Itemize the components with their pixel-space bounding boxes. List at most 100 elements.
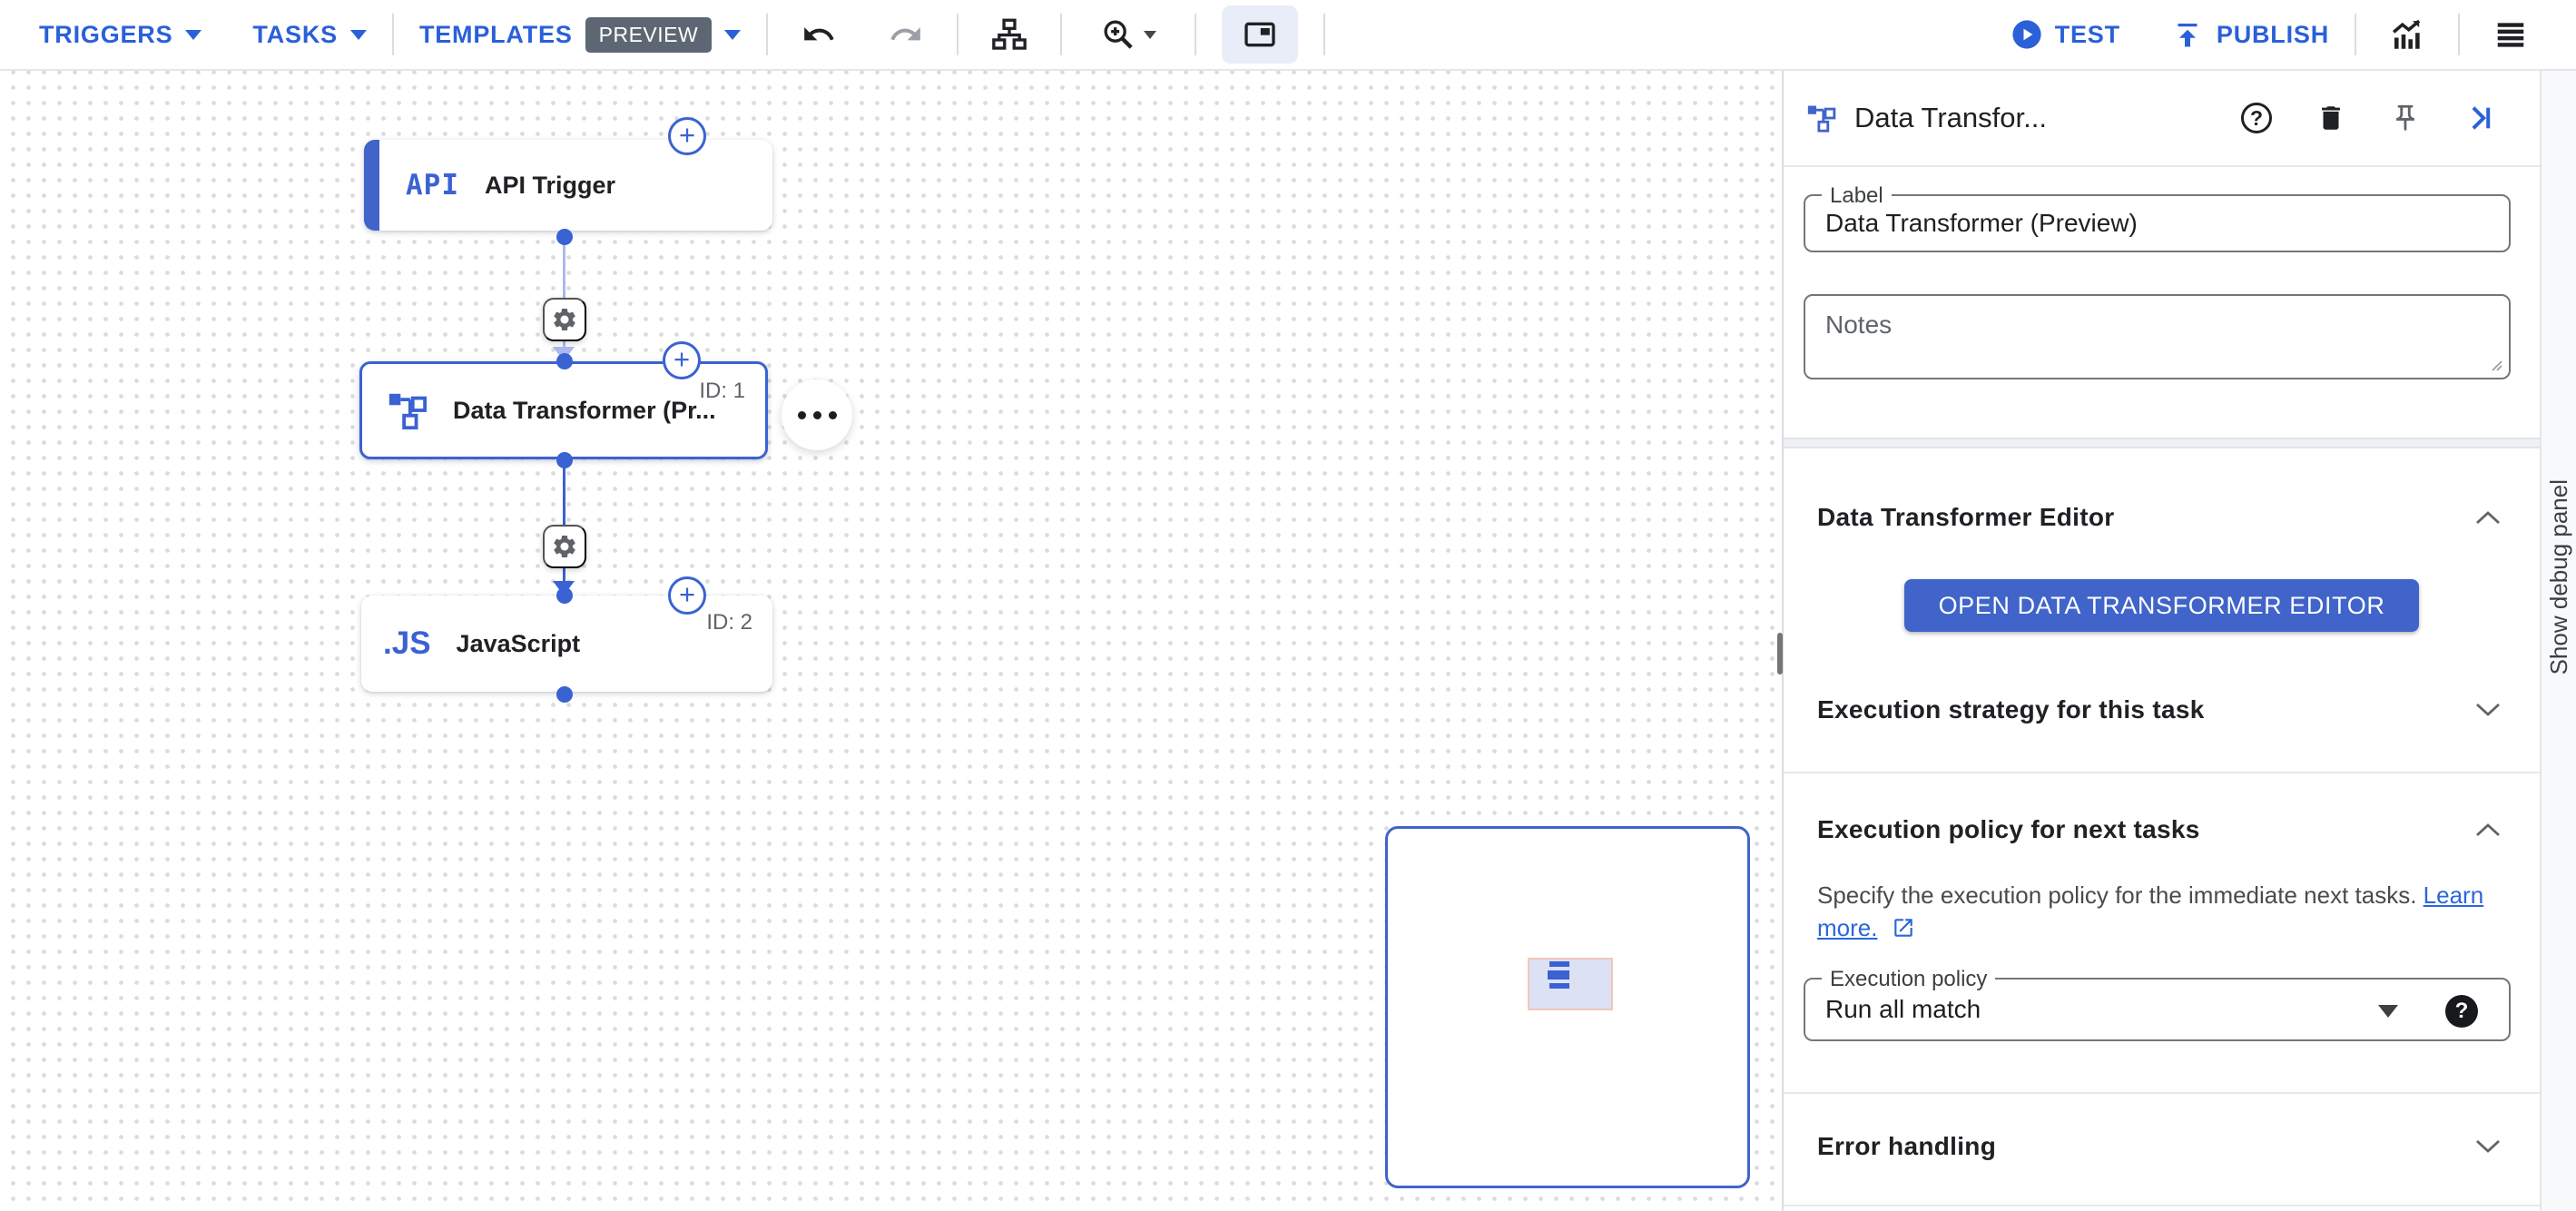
connection-point[interactable] — [556, 686, 573, 703]
toolbar-divider — [1323, 14, 1325, 55]
task-config-panel: Data Transfor... ? — [1782, 71, 2540, 1211]
pin-icon — [2390, 103, 2421, 133]
panel-divider — [1784, 772, 2540, 773]
help-button[interactable]: ? — [2238, 100, 2275, 136]
analytics-icon — [2388, 15, 2426, 54]
section-title: Error handling — [1817, 1132, 1996, 1161]
chevron-down-icon — [185, 30, 202, 40]
resize-grip-icon[interactable] — [2487, 356, 2503, 372]
analytics-button[interactable] — [2382, 5, 2433, 64]
menu-icon — [2493, 17, 2528, 52]
test-label: TEST — [2055, 21, 2120, 49]
external-link-icon[interactable] — [1892, 916, 1915, 940]
undo-button[interactable] — [793, 5, 844, 64]
templates-menu-button[interactable]: TEMPLATES PREVIEW — [419, 17, 741, 53]
auto-layout-icon — [990, 15, 1028, 54]
node-id-badge: ID: 2 — [706, 610, 752, 635]
edge-settings-button[interactable] — [543, 525, 586, 568]
connection-point[interactable] — [556, 229, 573, 245]
add-task-button[interactable]: + — [663, 341, 701, 379]
zoom-in-icon — [1100, 16, 1136, 53]
tasks-label: TASKS — [252, 21, 338, 49]
play-icon — [2011, 19, 2042, 50]
execution-policy-value: Run all match — [1805, 995, 1981, 1024]
gear-icon — [551, 306, 578, 333]
toolbar-divider — [2355, 14, 2356, 55]
minimap-viewport[interactable] — [1528, 958, 1613, 1010]
toolbar-left: TRIGGERS TASKS TEMPLATES PREVIEW — [39, 5, 1351, 64]
add-task-button[interactable]: + — [668, 117, 706, 155]
minimap-node — [1548, 970, 1569, 980]
node-javascript[interactable]: .JS JavaScript ID: 2 — [361, 596, 772, 692]
section-title: Data Transformer Editor — [1817, 503, 2114, 532]
chevron-down-icon — [2474, 1138, 2502, 1155]
tasks-menu-button[interactable]: TASKS — [252, 21, 367, 49]
node-label: JavaScript — [457, 630, 581, 658]
triggers-menu-button[interactable]: TRIGGERS — [39, 21, 202, 49]
chevron-down-icon — [1144, 31, 1156, 39]
section-error-handling[interactable]: Error handling — [1784, 1121, 2540, 1172]
toolbar-divider — [1060, 14, 1062, 55]
label-field[interactable]: Label — [1804, 194, 2511, 252]
node-more-options-button[interactable] — [782, 379, 852, 450]
collapse-panel-button[interactable] — [2462, 100, 2498, 136]
show-debug-panel-button[interactable]: Show debug panel — [2540, 71, 2576, 1211]
panel-header: Data Transfor... ? — [1784, 71, 2540, 165]
minimap-node — [1549, 961, 1569, 967]
publish-label: PUBLISH — [2217, 21, 2329, 49]
connection-point[interactable] — [556, 353, 573, 369]
notes-field[interactable] — [1804, 294, 2511, 379]
workflow-canvas[interactable]: API API Trigger + Data Transformer (Pr..… — [0, 71, 1782, 1211]
toolbar-divider — [957, 14, 959, 55]
javascript-icon: .JS — [383, 625, 431, 662]
pin-panel-button[interactable] — [2387, 100, 2424, 136]
node-data-transformer[interactable]: Data Transformer (Pr... ID: 1 — [359, 361, 768, 459]
connection-point[interactable] — [556, 587, 573, 604]
chevron-down-icon — [724, 30, 741, 40]
execution-policy-select[interactable]: Execution policy Run all match ? — [1804, 978, 2511, 1041]
minimap-node — [1549, 983, 1569, 989]
node-id-badge: ID: 1 — [699, 379, 745, 404]
redo-button[interactable] — [880, 5, 931, 64]
connection-point[interactable] — [556, 452, 573, 468]
toolbar-divider — [2458, 14, 2460, 55]
node-api-trigger[interactable]: API API Trigger — [364, 140, 772, 231]
toolbar: TRIGGERS TASKS TEMPLATES PREVIEW — [0, 0, 2576, 71]
panel-divider — [1784, 1205, 2540, 1206]
data-transformer-icon — [1805, 103, 1836, 133]
section-execution-strategy[interactable]: Execution strategy for this task — [1784, 684, 2540, 735]
redo-icon — [889, 17, 923, 52]
more-dots-icon — [798, 411, 806, 419]
node-label: Data Transformer (Pr... — [453, 397, 716, 425]
menu-button[interactable] — [2485, 5, 2536, 64]
publish-button[interactable]: PUBLISH — [2171, 18, 2329, 51]
data-transformer-icon — [386, 389, 428, 431]
delete-task-button[interactable] — [2313, 100, 2349, 136]
add-task-button[interactable]: + — [668, 576, 706, 615]
show-debug-panel-label: Show debug panel — [2545, 479, 2573, 674]
section-data-transformer-editor[interactable]: Data Transformer Editor — [1784, 492, 2540, 543]
section-title: Execution policy for next tasks — [1817, 815, 2200, 844]
help-icon: ? — [2241, 103, 2272, 133]
minimap[interactable] — [1385, 826, 1750, 1188]
toolbar-right: TEST PUBLISH — [2011, 5, 2536, 64]
test-button[interactable]: TEST — [2011, 19, 2120, 50]
edge-transformer-to-js — [563, 460, 565, 526]
edge-settings-button[interactable] — [543, 298, 586, 341]
auto-layout-button[interactable] — [984, 5, 1035, 64]
chevron-down-icon — [2474, 702, 2502, 718]
policy-help-button[interactable]: ? — [2445, 995, 2478, 1028]
label-field-label: Label — [1822, 183, 1892, 209]
section-execution-policy[interactable]: Execution policy for next tasks — [1784, 804, 2540, 855]
integration-editor: TRIGGERS TASKS TEMPLATES PREVIEW — [0, 0, 2576, 1211]
notes-input[interactable] — [1805, 296, 2509, 378]
panel-scrollbar-thumb[interactable] — [1777, 633, 1783, 674]
zoom-menu-button[interactable] — [1087, 5, 1169, 64]
chevron-up-icon — [2474, 509, 2502, 526]
minimap-toggle-button[interactable] — [1222, 5, 1298, 64]
label-input[interactable] — [1805, 196, 2509, 251]
panel-divider — [1784, 165, 2540, 167]
panel-actions: ? — [2238, 100, 2498, 136]
chevron-up-icon — [2474, 822, 2502, 838]
open-data-transformer-editor-button[interactable]: OPEN DATA TRANSFORMER EDITOR — [1904, 579, 2420, 632]
